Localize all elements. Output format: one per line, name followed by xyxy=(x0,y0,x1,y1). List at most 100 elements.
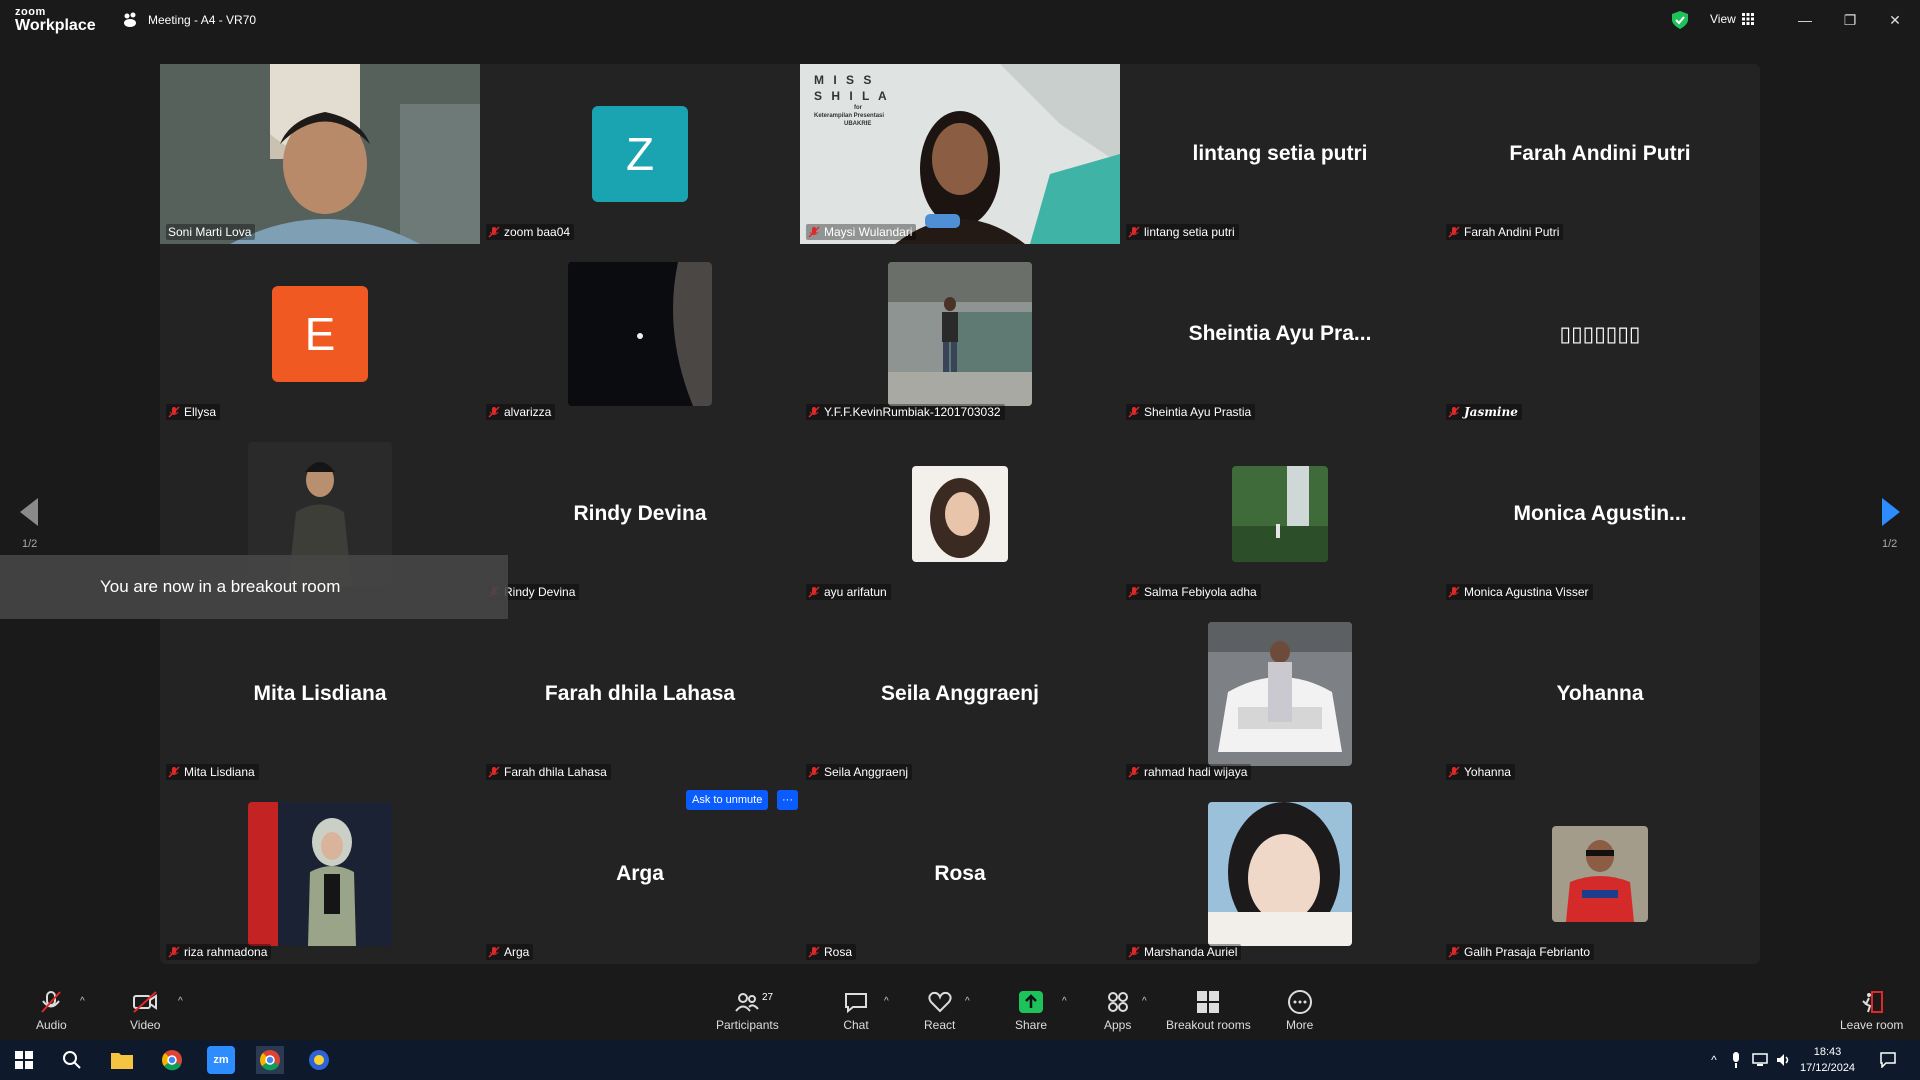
clock-time: 18:43 xyxy=(1813,1046,1842,1058)
unmute-more-button[interactable]: ··· xyxy=(777,790,798,810)
view-button[interactable]: View xyxy=(1710,12,1754,26)
react-button[interactable]: React xyxy=(924,990,955,1032)
participant-label: lintang setia putri xyxy=(1126,224,1239,240)
video-tile-soni-marti-lova[interactable]: Soni Marti Lova xyxy=(160,64,480,244)
participant-label: Soni Marti Lova xyxy=(166,224,256,240)
mic-muted-icon xyxy=(1448,586,1460,598)
windows-start-icon[interactable] xyxy=(10,1046,38,1074)
close-icon[interactable]: ✕ xyxy=(1885,10,1905,30)
more-button[interactable]: More xyxy=(1286,990,1313,1032)
video-tile-riza-rahmadona[interactable]: riza rahmadona xyxy=(160,784,480,964)
ask-to-unmute-button[interactable]: Ask to unmute xyxy=(686,790,769,810)
mic-muted-icon xyxy=(488,946,500,958)
audio-options-caret-icon[interactable]: ^ xyxy=(80,996,85,1007)
file-explorer-icon[interactable] xyxy=(108,1046,136,1074)
apps-button[interactable]: Apps xyxy=(1104,990,1131,1032)
windows-taskbar: zm ^ 18:43 17/12/2024 xyxy=(0,1040,1920,1080)
participant-name: Arga xyxy=(504,945,530,959)
mic-muted-icon xyxy=(488,406,500,418)
video-tile-farah-dhila-lahasa[interactable]: Farah dhila Lahasa Farah dhila Lahasa xyxy=(480,604,800,784)
video-button[interactable]: Video xyxy=(130,990,160,1032)
video-tile-farah-andini-putri[interactable]: Farah Andini Putri Farah Andini Putri xyxy=(1440,64,1760,244)
notifications-icon[interactable] xyxy=(1874,1046,1902,1074)
folder-icon xyxy=(111,1053,133,1069)
restore-icon[interactable]: ❐ xyxy=(1840,10,1860,30)
participant-name: alvarizza xyxy=(504,405,552,419)
video-tile-yohanna[interactable]: Yohanna Yohanna xyxy=(1440,604,1760,784)
zoom-taskbar-icon[interactable]: zm xyxy=(207,1046,235,1074)
video-tile-alvarizza[interactable]: alvarizza xyxy=(480,244,800,424)
meeting-title[interactable]: Meeting - A4 - VR70 xyxy=(122,12,256,28)
previous-page-arrow-icon[interactable] xyxy=(18,498,40,526)
participant-label: ayu arifatun xyxy=(806,584,891,600)
participant-name: Soni Marti Lova xyxy=(168,225,252,239)
participant-name: riza rahmadona xyxy=(184,945,268,959)
video-tile-rosa[interactable]: Rosa Rosa xyxy=(800,784,1120,964)
profile-photo xyxy=(568,262,712,406)
participants-label: Participants xyxy=(716,1018,779,1032)
video-tile-arga[interactable]: Arga Arga xyxy=(480,784,800,964)
chrome-icon[interactable] xyxy=(158,1046,186,1074)
minimize-icon[interactable]: — xyxy=(1795,10,1815,30)
video-tile-ayu-arifatun[interactable]: ayu arifatun xyxy=(800,424,1120,604)
video-tile-mita-lisdiana[interactable]: Mita Lisdiana Mita Lisdiana xyxy=(160,604,480,784)
participant-display-name: Rindy Devina xyxy=(573,502,707,525)
video-label: Video xyxy=(130,1018,161,1032)
video-tile-maysi-wulandari[interactable]: M I S S S H I L A for Keterampilan Prese… xyxy=(800,64,1120,244)
profile-photo xyxy=(1208,802,1352,946)
participant-display-name: Arga xyxy=(616,862,664,885)
participant-name: Salma Febiyola adha xyxy=(1144,585,1257,599)
audio-button[interactable]: Audio xyxy=(36,990,67,1032)
volume-icon[interactable] xyxy=(1770,1046,1798,1074)
chat-label: Chat xyxy=(843,1018,869,1032)
participant-name: Ellysa xyxy=(184,405,217,419)
video-options-caret-icon[interactable]: ^ xyxy=(178,996,183,1007)
chat-button[interactable]: Chat xyxy=(843,990,869,1032)
mic-muted-icon xyxy=(1448,406,1460,418)
mic-muted-icon xyxy=(1448,226,1460,238)
apps-options-caret-icon[interactable]: ^ xyxy=(1142,996,1147,1007)
video-tile-seila-anggraenj[interactable]: Seila Anggraenj Seila Anggraenj xyxy=(800,604,1120,784)
video-tile-lintang-setia-putri[interactable]: lintang setia putri lintang setia putri xyxy=(1120,64,1440,244)
selfie-photo xyxy=(1208,802,1352,946)
participant-label: Sheintia Ayu Prastia xyxy=(1126,404,1256,420)
participant-label: Maysi Wulandari xyxy=(806,224,917,240)
react-label: React xyxy=(924,1018,956,1032)
heart-icon xyxy=(928,991,952,1013)
video-tile-sheintia-ayu-prastia[interactable]: Sheintia Ayu Pra... Sheintia Ayu Prastia xyxy=(1120,244,1440,424)
share-label: Share xyxy=(1015,1018,1048,1032)
participant-label: alvarizza xyxy=(486,404,556,420)
chat-options-caret-icon[interactable]: ^ xyxy=(884,996,889,1007)
leave-room-button[interactable]: Leave room xyxy=(1840,990,1903,1032)
video-tile-galih-prasaja-febrianto[interactable]: Galih Prasaja Febrianto xyxy=(1440,784,1760,964)
chrome-active-icon[interactable] xyxy=(256,1046,284,1074)
microphone-icon xyxy=(1733,1052,1739,1068)
system-clock[interactable]: 18:43 17/12/2024 xyxy=(1800,1044,1855,1076)
page-indicator-right: 1/2 xyxy=(1882,538,1898,550)
meeting-app-icon[interactable] xyxy=(305,1046,333,1074)
participant-label: Jasmine xyxy=(1446,404,1522,420)
mic-muted-icon xyxy=(1128,406,1140,418)
next-page-arrow-icon[interactable] xyxy=(1880,498,1902,526)
video-tile-jasmine[interactable]: ▯▯▯▯▯▯▯ Jasmine xyxy=(1440,244,1760,424)
share-button[interactable]: Share xyxy=(1015,990,1047,1032)
breakout-rooms-button[interactable]: Breakout rooms xyxy=(1166,990,1251,1032)
video-tile-monica-agustina-visser[interactable]: Monica Agustin... Monica Agustina Visser xyxy=(1440,424,1760,604)
participant-label: riza rahmadona xyxy=(166,944,272,960)
search-icon[interactable] xyxy=(58,1046,86,1074)
security-shield-icon[interactable] xyxy=(1672,11,1688,29)
participant-name: Rindy Devina xyxy=(504,585,576,599)
video-tile-kevin-rumbiak[interactable]: Y.F.F.KevinRumbiak-1201703032 xyxy=(800,244,1120,424)
video-tile-marshanda-auriel[interactable]: Marshanda Auriel xyxy=(1120,784,1440,964)
share-options-caret-icon[interactable]: ^ xyxy=(1062,996,1067,1007)
meeting-title-text: Meeting - A4 - VR70 xyxy=(148,13,257,27)
video-tile-ellysa[interactable]: E Ellysa xyxy=(160,244,480,424)
react-options-caret-icon[interactable]: ^ xyxy=(965,996,970,1007)
profile-photo xyxy=(1552,826,1648,922)
video-tile-salma-febiyola-adha[interactable]: Salma Febiyola adha xyxy=(1120,424,1440,604)
video-tile-rahmad-hadi-wijaya[interactable]: rahmad hadi wijaya xyxy=(1120,604,1440,784)
video-tile-rindy-devina[interactable]: Rindy Devina Rindy Devina xyxy=(480,424,800,604)
participant-display-name: Sheintia Ayu Pra... xyxy=(1188,322,1372,345)
selfie-photo xyxy=(912,466,1008,562)
video-tile-zoom-baa04[interactable]: Z zoom baa04 xyxy=(480,64,800,244)
